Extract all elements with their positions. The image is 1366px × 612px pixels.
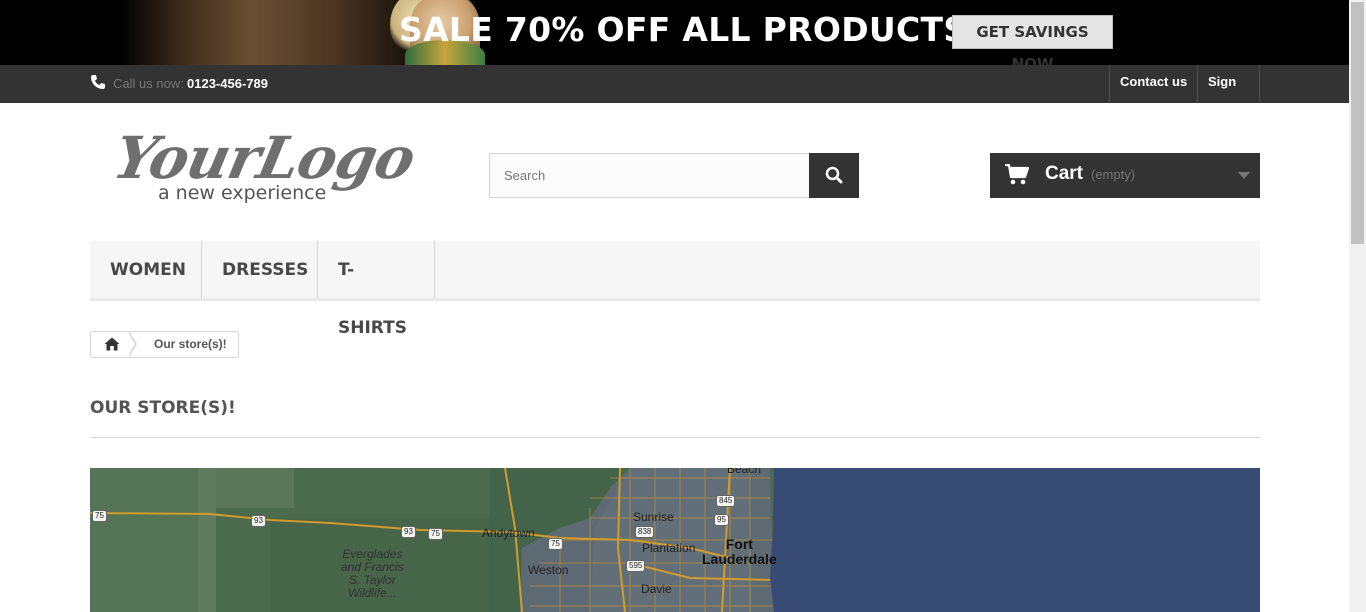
- site-logo[interactable]: YourLogo a new experience: [108, 124, 421, 209]
- highway-shield: 75: [428, 528, 443, 540]
- map-label-weston: Weston: [528, 563, 569, 577]
- cart-button[interactable]: Cart (empty): [990, 153, 1260, 198]
- highway-shield: 838: [635, 526, 655, 538]
- highway-shield: 595: [626, 560, 646, 572]
- map-label-sunrise: Sunrise: [633, 510, 674, 524]
- banner-text: SALE 70% OFF ALL PRODUCTS: [399, 10, 968, 49]
- main-menu: Women Dresses T-shirts: [90, 241, 1260, 338]
- store-map[interactable]: 75 93 93 75 75 838 845 95 595 Beach Andy…: [90, 468, 1260, 612]
- get-savings-button[interactable]: GET SAVINGS NOW: [952, 15, 1113, 65]
- map-label-plantation: Plantation: [642, 541, 696, 555]
- map-label-everglades: Everglades and Francis S. Taylor Wildlif…: [341, 547, 404, 600]
- sign-in-link[interactable]: Sign in: [1197, 65, 1260, 123]
- highway-shield: 845: [716, 495, 736, 507]
- page-scrollbar[interactable]: [1349, 0, 1366, 612]
- menu-item-dresses[interactable]: Dresses: [202, 241, 318, 298]
- contact-us-link[interactable]: Contact us: [1109, 65, 1198, 103]
- highway-shield: 75: [548, 538, 563, 550]
- promo-banner[interactable]: SALE 70% OFF ALL PRODUCTS GET SAVINGS NO…: [0, 0, 1349, 65]
- map-label-fort-lauderdale: Fort Lauderdale: [702, 536, 777, 567]
- map-label-davie: Davie: [641, 582, 672, 596]
- search-icon: [825, 166, 843, 184]
- highway-shield: 93: [401, 526, 416, 538]
- logo-tagline: a new experience: [158, 182, 327, 204]
- highway-shield: 93: [251, 515, 266, 527]
- highway-shield: 95: [714, 514, 729, 526]
- search-button[interactable]: [809, 153, 859, 198]
- map-label-beach: Beach: [727, 468, 762, 476]
- home-icon: [104, 337, 120, 351]
- search-form: [489, 153, 859, 198]
- page: SALE 70% OFF ALL PRODUCTS GET SAVINGS NO…: [0, 0, 1366, 612]
- chevron-down-icon: [1238, 172, 1250, 179]
- search-input[interactable]: [489, 153, 810, 198]
- map-label-andytown: Andytown: [482, 526, 535, 540]
- heading-divider: [90, 437, 1260, 438]
- highway-shield: 75: [92, 510, 107, 522]
- phone-icon: [91, 75, 105, 89]
- scrollbar-thumb[interactable]: [1351, 2, 1364, 244]
- cart-icon: [1005, 164, 1029, 185]
- cart-label: Cart: [1045, 163, 1084, 184]
- menu-item-t-shirts[interactable]: T-shirts: [318, 241, 435, 338]
- breadcrumb-home[interactable]: [91, 332, 133, 357]
- breadcrumb: Our store(s)!: [90, 331, 239, 358]
- map-canvas: [90, 468, 1260, 612]
- menu-item-women[interactable]: Women: [90, 241, 202, 298]
- call-us-label: Call us now:: [113, 76, 184, 91]
- phone-number: 0123-456-789: [187, 76, 268, 91]
- utility-bar: Call us now: 0123-456-789 Contact us Sig…: [0, 65, 1349, 123]
- cart-status: (empty): [1091, 167, 1136, 182]
- page-title: Our store(s)!: [90, 398, 236, 418]
- breadcrumb-current: Our store(s)!: [154, 337, 227, 351]
